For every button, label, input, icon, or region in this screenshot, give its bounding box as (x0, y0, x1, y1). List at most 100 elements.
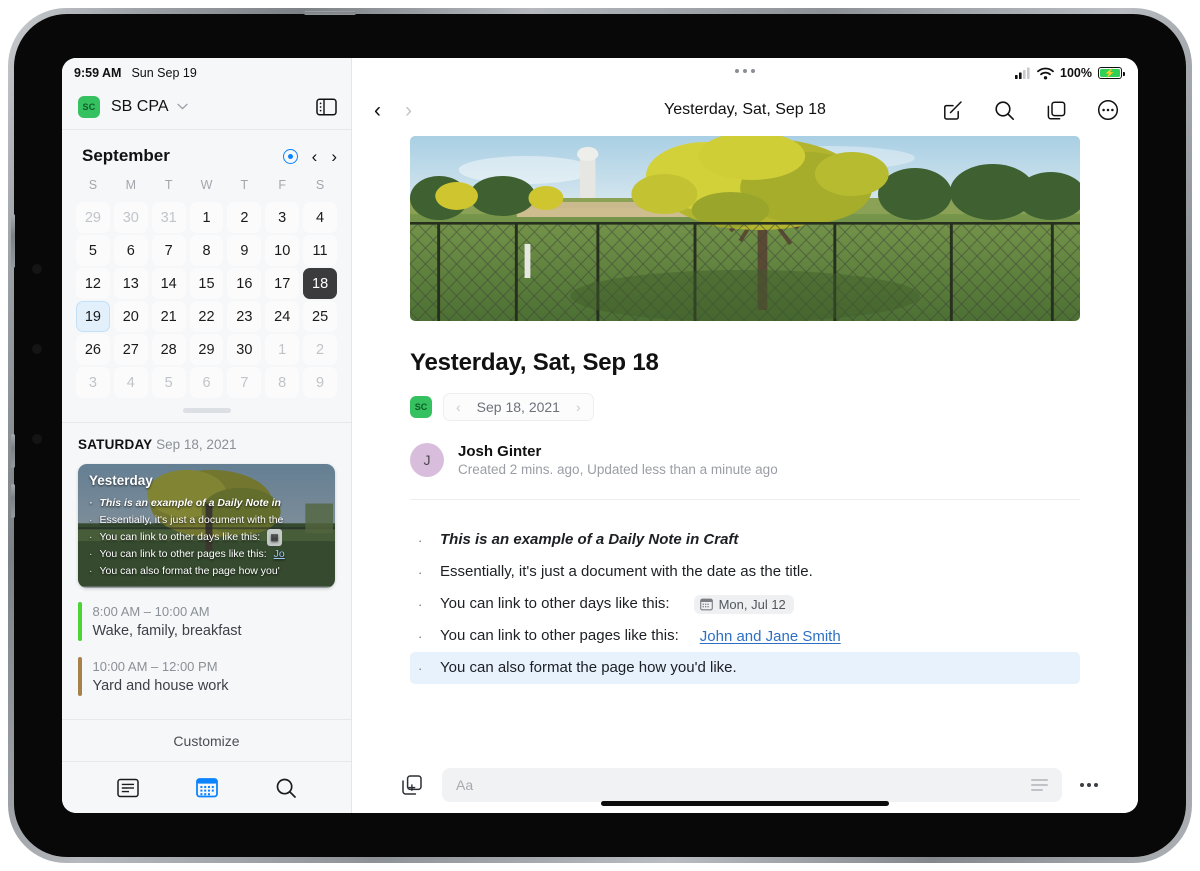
bullet-item[interactable]: · You can link to other pages like this: J… (410, 620, 1080, 652)
sidebar-item-notes[interactable] (115, 775, 141, 801)
pages-icon[interactable] (1044, 98, 1068, 122)
calendar-day-15[interactable]: 15 (189, 268, 224, 299)
bullet-dot: · (89, 531, 93, 543)
battery-icon: ⚡ (1098, 67, 1125, 79)
calendar-day-12[interactable]: 12 (76, 268, 110, 299)
calendar-day-26[interactable]: 26 (76, 334, 110, 365)
calendar-drag-handle[interactable] (182, 408, 231, 413)
date-prev-button[interactable]: ‹ (456, 400, 461, 414)
calendar-prev-button[interactable]: ‹ (312, 148, 318, 165)
multitasking-menu-icon[interactable] (735, 69, 755, 73)
calendar-day-23[interactable]: 23 (227, 301, 262, 332)
calendar-day-6[interactable]: 6 (113, 235, 148, 266)
calendar-day-7[interactable]: 7 (151, 235, 186, 266)
calendar-day-2[interactable]: 2 (303, 334, 337, 365)
calendar-day-19[interactable]: 19 (76, 301, 110, 332)
align-lines-icon[interactable] (1031, 779, 1048, 791)
calendar-day-29[interactable]: 29 (189, 334, 224, 365)
calendar-day-3[interactable]: 3 (76, 367, 110, 398)
status-date: Sun Sep 19 (131, 66, 197, 80)
calendar-day-28[interactable]: 28 (151, 334, 186, 365)
event-item[interactable]: 8:00 AM – 10:00 AM Wake, family, breakfas… (78, 602, 335, 641)
calendar-day-9[interactable]: 9 (303, 367, 337, 398)
date-chip[interactable]: Mon, Jul 12 (693, 594, 794, 614)
date-label[interactable]: Sep 18, 2021 (477, 399, 560, 415)
calendar-day-8[interactable]: 8 (265, 367, 300, 398)
calendar-day-29[interactable]: 29 (76, 202, 110, 233)
event-title: Yard and house work (92, 678, 229, 694)
calendar-day-1[interactable]: 1 (265, 334, 300, 365)
calendar-day-13[interactable]: 13 (113, 268, 148, 299)
hero-image[interactable] (410, 136, 1080, 321)
more-icon[interactable] (1080, 783, 1098, 787)
add-page-icon[interactable] (400, 773, 424, 797)
author-row: J Josh Ginter Created 2 mins. ago, Updat… (410, 443, 1080, 500)
format-input[interactable]: Aa (442, 768, 1062, 802)
calendar-day-30[interactable]: 30 (227, 334, 262, 365)
calendar-day-7[interactable]: 7 (227, 367, 262, 398)
calendar-day-21[interactable]: 21 (151, 301, 186, 332)
bullet-item[interactable]: · You can also format the page how you'd … (410, 652, 1080, 684)
more-circle-icon[interactable] (1096, 98, 1120, 122)
hero-illustration (410, 136, 1080, 321)
calendar-day-6[interactable]: 6 (189, 367, 224, 398)
bullet-item[interactable]: · This is an example of a Daily Note in C… (410, 524, 1080, 556)
bullet-item[interactable]: · Essentially, it's just a document with … (410, 556, 1080, 588)
note-card-line-text: You can link to other days like this: (99, 531, 261, 543)
calendar-day-3[interactable]: 3 (265, 202, 300, 233)
calendar-day-5[interactable]: 5 (151, 367, 186, 398)
calendar-day-10[interactable]: 10 (265, 235, 300, 266)
account-row[interactable]: SC SB CPA (62, 84, 351, 130)
calendar-day-5[interactable]: 5 (76, 235, 110, 266)
page-link[interactable]: John and Jane Smith (700, 628, 841, 645)
sensor-dot-2 (32, 434, 42, 444)
calendar-day-4[interactable]: 4 (303, 202, 337, 233)
calendar-day-17[interactable]: 17 (265, 268, 300, 299)
calendar-day-27[interactable]: 27 (113, 334, 148, 365)
customize-button[interactable]: Customize (62, 719, 351, 761)
compose-icon[interactable] (940, 98, 964, 122)
bullet-dot: · (418, 596, 423, 612)
sidebar-tabbar (62, 761, 351, 813)
search-icon[interactable] (992, 98, 1016, 122)
calendar-next-button[interactable]: › (331, 148, 337, 165)
calendar-day-30[interactable]: 30 (113, 202, 148, 233)
sidebar-item-calendar[interactable] (194, 775, 220, 801)
calendar-day-11[interactable]: 11 (303, 235, 337, 266)
calendar-day-24[interactable]: 24 (265, 301, 300, 332)
calendar-day-31[interactable]: 31 (151, 202, 186, 233)
power-button[interactable] (11, 214, 15, 268)
top-button[interactable] (304, 11, 356, 15)
bullet-item[interactable]: · You can link to other days like this: Mo… (410, 588, 1080, 620)
sidebar-item-search[interactable] (273, 775, 299, 801)
avatar[interactable]: J (410, 443, 444, 477)
day-weekday: SATURDAY (78, 437, 153, 452)
calendar-day-25[interactable]: 25 (303, 301, 337, 332)
date-next-button[interactable]: › (576, 400, 581, 414)
event-item[interactable]: 10:00 AM – 12:00 PM Yard and house work (78, 657, 335, 696)
home-indicator[interactable] (601, 801, 889, 806)
calendar-day-4[interactable]: 4 (113, 367, 148, 398)
calendar-day-22[interactable]: 22 (189, 301, 224, 332)
chevron-down-icon[interactable] (176, 103, 188, 110)
volume-down-button[interactable] (11, 484, 15, 518)
nav-back-button[interactable]: ‹ (374, 100, 381, 121)
account-name: SB CPA (111, 97, 169, 115)
calendar-controls: ‹ › (282, 148, 337, 165)
nav-forward-button[interactable]: › (405, 100, 412, 121)
calendar-day-1[interactable]: 1 (189, 202, 224, 233)
calendar-day-9[interactable]: 9 (227, 235, 262, 266)
calendar-day-16[interactable]: 16 (227, 268, 262, 299)
calendar-day-8[interactable]: 8 (189, 235, 224, 266)
calendar-day-18[interactable]: 18 (303, 268, 337, 299)
events-list: 8:00 AM – 10:00 AM Wake, family, breakfas… (62, 588, 351, 712)
document-scroll-area[interactable]: Yesterday, Sat, Sep 18 SC ‹ Sep 18, 2021… (352, 136, 1138, 757)
calendar-dow-1: M (125, 178, 136, 192)
sidebar-toggle-icon[interactable] (315, 97, 337, 117)
calendar-day-14[interactable]: 14 (151, 268, 186, 299)
note-preview-card[interactable]: Yesterday · This is an example of a Daily… (78, 464, 335, 588)
today-button[interactable] (282, 148, 298, 164)
calendar-day-20[interactable]: 20 (113, 301, 148, 332)
calendar-day-2[interactable]: 2 (227, 202, 262, 233)
volume-up-button[interactable] (11, 434, 15, 468)
